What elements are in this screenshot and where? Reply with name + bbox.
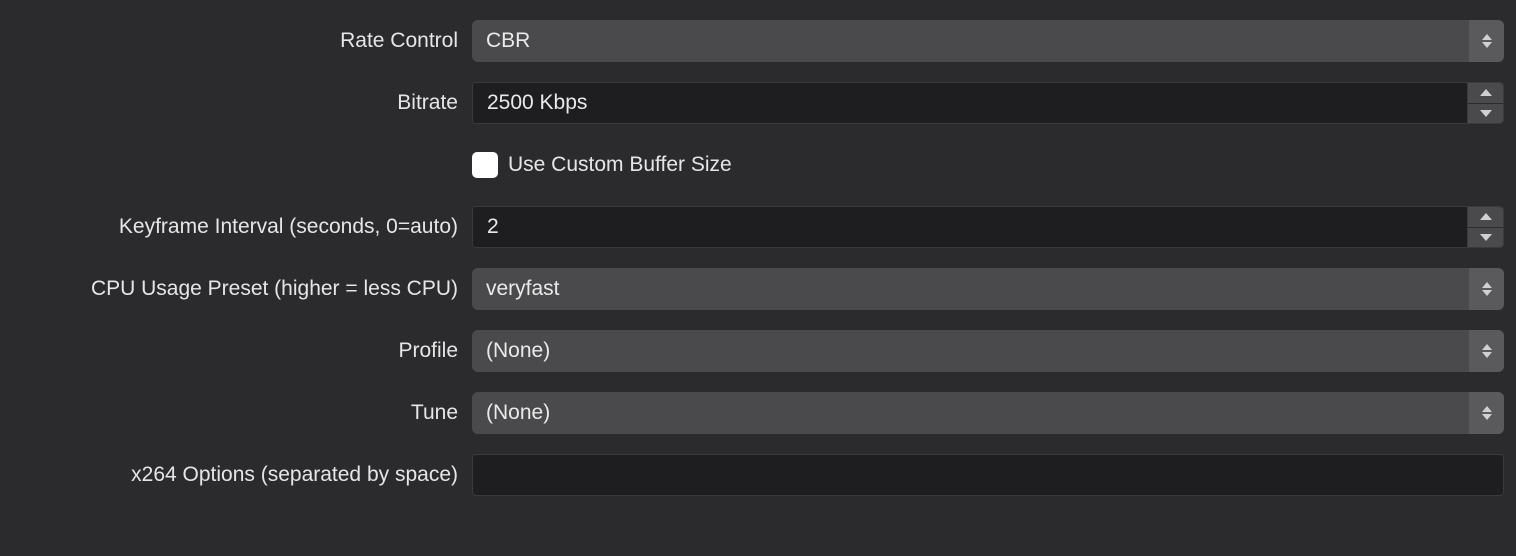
- cpu-preset-value: veryfast: [472, 268, 1468, 310]
- use-custom-buffer-label: Use Custom Buffer Size: [508, 153, 732, 177]
- profile-select[interactable]: (None): [472, 330, 1504, 372]
- bitrate-value[interactable]: 2500 Kbps: [473, 83, 1467, 123]
- chevron-down-icon: [1480, 110, 1492, 117]
- chevron-up-icon: [1482, 344, 1492, 350]
- rate-control-label: Rate Control: [12, 29, 472, 53]
- chevron-up-icon: [1480, 213, 1492, 220]
- x264-options-input[interactable]: [472, 454, 1504, 496]
- rate-control-select[interactable]: CBR: [472, 20, 1504, 62]
- chevron-up-icon: [1482, 282, 1492, 288]
- cpu-preset-label: CPU Usage Preset (higher = less CPU): [12, 277, 472, 301]
- tune-select[interactable]: (None): [472, 392, 1504, 434]
- chevron-down-icon: [1480, 234, 1492, 241]
- keyframe-interval-value[interactable]: 2: [473, 207, 1467, 247]
- bitrate-step-up-button[interactable]: [1468, 83, 1503, 104]
- keyframe-step-down-button[interactable]: [1468, 228, 1503, 248]
- bitrate-step-down-button[interactable]: [1468, 104, 1503, 124]
- keyframe-interval-label: Keyframe Interval (seconds, 0=auto): [12, 215, 472, 239]
- rate-control-dropdown-button[interactable]: [1468, 20, 1504, 62]
- chevron-up-icon: [1482, 406, 1492, 412]
- chevron-up-icon: [1482, 34, 1492, 40]
- x264-options-label: x264 Options (separated by space): [12, 463, 472, 487]
- rate-control-value: CBR: [472, 20, 1468, 62]
- chevron-up-icon: [1480, 89, 1492, 96]
- use-custom-buffer-checkbox[interactable]: [472, 152, 498, 178]
- cpu-preset-dropdown-button[interactable]: [1468, 268, 1504, 310]
- cpu-preset-select[interactable]: veryfast: [472, 268, 1504, 310]
- tune-value: (None): [472, 392, 1468, 434]
- profile-value: (None): [472, 330, 1468, 372]
- tune-label: Tune: [12, 401, 472, 425]
- chevron-down-icon: [1482, 42, 1492, 48]
- chevron-down-icon: [1482, 352, 1492, 358]
- bitrate-spinner[interactable]: 2500 Kbps: [472, 82, 1504, 124]
- keyframe-step-up-button[interactable]: [1468, 207, 1503, 228]
- tune-dropdown-button[interactable]: [1468, 392, 1504, 434]
- bitrate-label: Bitrate: [12, 91, 472, 115]
- keyframe-interval-spinner[interactable]: 2: [472, 206, 1504, 248]
- profile-dropdown-button[interactable]: [1468, 330, 1504, 372]
- chevron-down-icon: [1482, 414, 1492, 420]
- profile-label: Profile: [12, 339, 472, 363]
- chevron-down-icon: [1482, 290, 1492, 296]
